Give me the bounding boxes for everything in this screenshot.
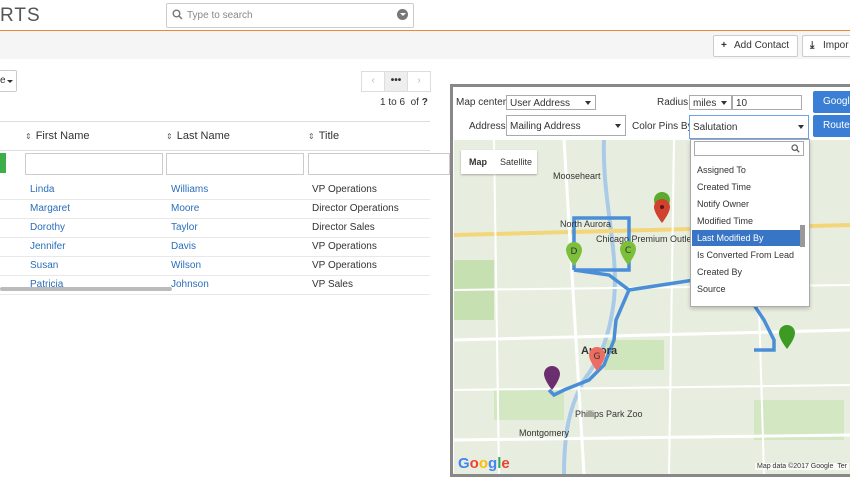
route-button[interactable]: Route: [813, 115, 850, 137]
cell-first-name[interactable]: Dorothy: [30, 222, 65, 233]
color-pins-select[interactable]: Salutation: [689, 115, 809, 139]
map-label-zoo: Phillips Park Zoo: [575, 409, 643, 419]
map-pin-c[interactable]: C: [620, 241, 636, 265]
column-first-name[interactable]: ⇕ First Name: [25, 130, 89, 142]
search-icon: [172, 9, 183, 20]
map-label-montgomery: Montgomery: [519, 428, 570, 438]
cell-title: VP Operations: [312, 184, 377, 195]
search-filter-button[interactable]: [0, 153, 6, 173]
dropdown-option[interactable]: Created Time: [692, 179, 803, 195]
dropdown-scrollbar[interactable]: [800, 225, 805, 247]
dropdown-option[interactable]: Assigned To: [692, 162, 803, 178]
app-logo[interactable]: RTS: [0, 5, 41, 27]
map-center-label: Map center:: [456, 97, 509, 108]
filter-title-input[interactable]: [308, 153, 450, 175]
map-pin-d[interactable]: D: [566, 242, 582, 266]
top-bar: [0, 0, 850, 31]
map-label-north-aurora: North Aurora: [560, 219, 612, 229]
map-center-select[interactable]: User Address: [506, 95, 596, 110]
map-pin-g[interactable]: G: [589, 347, 605, 371]
cell-last-name[interactable]: Wilson: [171, 260, 201, 271]
column-title[interactable]: ⇕ Title: [308, 130, 339, 142]
search-input[interactable]: Type to search: [187, 10, 253, 21]
dropdown-option[interactable]: Modified Time: [692, 213, 803, 229]
dropdown-option[interactable]: Notify Owner: [692, 196, 803, 212]
map-attribution: Map data ©2017 Google Ter: [755, 463, 850, 470]
radius-input[interactable]: 10: [732, 95, 802, 110]
cell-title: Director Operations: [312, 203, 399, 214]
sort-icon: ⇕: [25, 132, 32, 141]
svg-text:D: D: [571, 247, 578, 257]
google-logo: Google: [458, 455, 510, 472]
color-pins-label: Color Pins By:: [632, 121, 696, 132]
google-button[interactable]: Google: [813, 91, 850, 113]
column-last-name[interactable]: ⇕ Last Name: [166, 130, 230, 142]
cell-first-name[interactable]: Susan: [30, 260, 58, 271]
table-row[interactable]: Patricia Johnson VP Sales: [0, 275, 430, 295]
page-info: 1 to 6 of ?: [380, 97, 428, 108]
cell-last-name[interactable]: Davis: [171, 241, 196, 252]
filter-last-name-input[interactable]: [166, 153, 304, 175]
cell-title: VP Operations: [312, 260, 377, 271]
table-row[interactable]: Margaret Moore Director Operations: [0, 199, 430, 219]
cell-last-name[interactable]: Moore: [171, 203, 199, 214]
horizontal-scrollbar[interactable]: [0, 287, 172, 291]
radius-unit-select[interactable]: miles: [689, 95, 732, 110]
cell-first-name[interactable]: Jennifer: [30, 241, 66, 252]
tab-map[interactable]: Map: [469, 157, 487, 167]
plus-icon: +: [721, 40, 727, 51]
cell-last-name[interactable]: Taylor: [171, 222, 198, 233]
view-selector[interactable]: e: [0, 70, 17, 92]
map-type-control: Map Satellite: [461, 150, 537, 174]
radius-label: Radius:: [657, 97, 691, 108]
dropdown-option[interactable]: Source: [692, 281, 803, 297]
table-row[interactable]: Linda Williams VP Operations: [0, 180, 430, 200]
dropdown-option[interactable]: Created By: [692, 264, 803, 280]
svg-text:G: G: [594, 352, 601, 362]
table-row[interactable]: Jennifer Davis VP Operations: [0, 237, 430, 257]
table-row[interactable]: Susan Wilson VP Operations: [0, 256, 430, 276]
dropdown-option[interactable]: Is Converted From Lead: [692, 247, 803, 263]
sort-icon: ⇕: [308, 132, 315, 141]
download-icon: ⤓: [810, 40, 815, 51]
cell-first-name[interactable]: Linda: [30, 184, 54, 195]
address-select[interactable]: Mailing Address: [506, 115, 626, 136]
page-more-button[interactable]: •••: [384, 71, 408, 92]
dropdown-option[interactable]: Last Modified By: [692, 230, 803, 246]
cell-last-name[interactable]: Williams: [171, 184, 208, 195]
terms-link[interactable]: Ter: [837, 463, 847, 470]
global-search[interactable]: Type to search: [166, 3, 414, 28]
cell-first-name[interactable]: Margaret: [30, 203, 70, 214]
tab-satellite[interactable]: Satellite: [500, 157, 532, 167]
next-page-button[interactable]: ›: [407, 71, 431, 92]
prev-page-button[interactable]: ‹: [361, 71, 385, 92]
map-label-mooseheart: Mooseheart: [553, 171, 601, 181]
map-pin-green-2[interactable]: [779, 325, 795, 349]
map-label-outlets: Chicago Premium Outlets: [596, 234, 699, 244]
address-label: Address:: [469, 121, 509, 132]
cell-last-name[interactable]: Johnson: [171, 279, 209, 290]
map-pin-red[interactable]: [654, 199, 670, 223]
svg-text:C: C: [625, 246, 631, 256]
import-button[interactable]: ⤓ Impor: [802, 35, 850, 57]
table-row[interactable]: Dorothy Taylor Director Sales: [0, 218, 430, 238]
cell-title: Director Sales: [312, 222, 375, 233]
add-contact-button[interactable]: + Add Contact: [713, 35, 799, 57]
dropdown-search-input[interactable]: [694, 141, 804, 156]
search-dropdown-icon[interactable]: [397, 9, 408, 20]
filter-first-name-input[interactable]: [25, 153, 163, 175]
sort-icon: ⇕: [166, 132, 173, 141]
map-pin-purple[interactable]: [544, 366, 560, 390]
search-icon: [791, 144, 800, 153]
cell-title: VP Operations: [312, 241, 377, 252]
cell-title: VP Sales: [312, 279, 353, 290]
